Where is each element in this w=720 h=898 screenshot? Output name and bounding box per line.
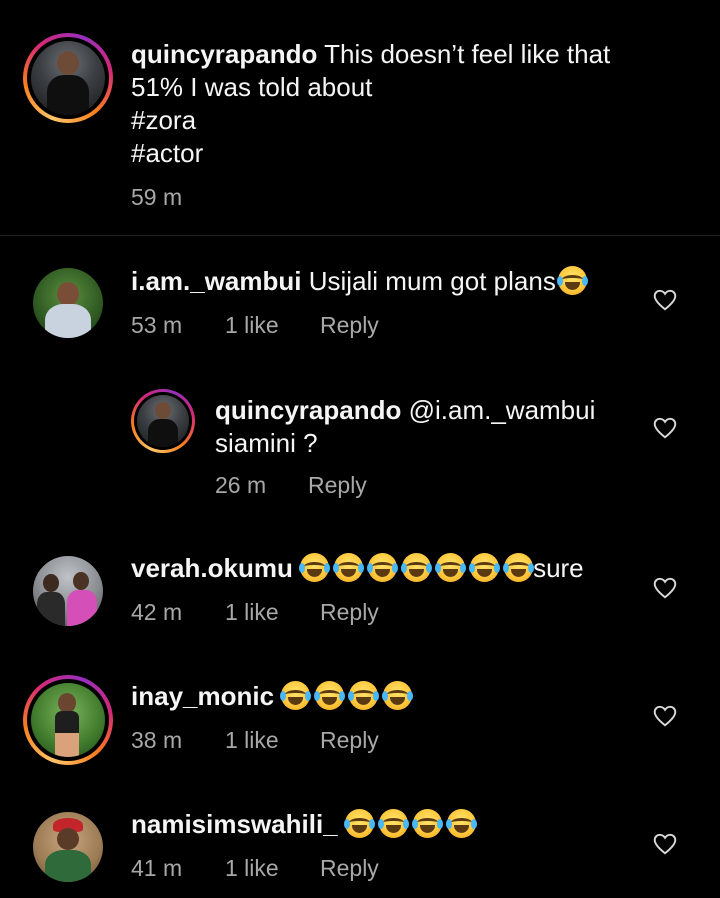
- emoji-group: [280, 681, 417, 711]
- avatar[interactable]: [137, 395, 189, 447]
- avatar[interactable]: [33, 556, 103, 626]
- mention-link[interactable]: @i.am._wambui: [409, 395, 596, 425]
- heart-outline-icon[interactable]: [652, 831, 678, 857]
- reply-button[interactable]: Reply: [320, 727, 379, 754]
- emoji: [435, 553, 467, 582]
- emoji: [333, 553, 365, 582]
- emoji: [401, 553, 433, 582]
- timestamp: 38 m: [131, 727, 183, 753]
- divider: [0, 235, 720, 236]
- comment-text: This doesn’t feel like that: [324, 39, 611, 69]
- avatar[interactable]: [31, 683, 105, 757]
- hashtag-link[interactable]: #actor: [131, 138, 203, 168]
- heart-outline-icon[interactable]: [652, 703, 678, 729]
- username[interactable]: namisimswahili_: [131, 809, 338, 839]
- timestamp: 26 m: [215, 472, 267, 498]
- emoji: [299, 553, 331, 582]
- emoji-group: [299, 553, 535, 583]
- timestamp: 59 m: [131, 184, 183, 210]
- heart-outline-icon[interactable]: [652, 415, 678, 441]
- comment-text: i.am._wambui Usijali mum got plans: [131, 265, 592, 298]
- comment-text: namisimswahili_: [131, 808, 481, 841]
- emoji: [445, 809, 477, 838]
- emoji: [469, 553, 501, 582]
- emoji: [343, 809, 375, 838]
- hashtag-link[interactable]: #zora: [131, 105, 196, 135]
- comment-text: quincyrapando @i.am._wambui siamini ?: [215, 395, 596, 458]
- reply-button[interactable]: Reply: [320, 855, 379, 882]
- comment-text: verah.okumu sure: [131, 553, 584, 583]
- avatar[interactable]: [31, 41, 105, 115]
- emoji: [503, 553, 535, 582]
- emoji: [382, 681, 414, 710]
- username[interactable]: quincyrapando: [131, 39, 317, 69]
- emoji: [556, 266, 588, 295]
- timestamp: 42 m: [131, 599, 183, 625]
- heart-outline-icon[interactable]: [652, 287, 678, 313]
- username[interactable]: quincyrapando: [215, 395, 401, 425]
- emoji: [367, 553, 399, 582]
- emoji: [411, 809, 443, 838]
- reply-button[interactable]: Reply: [308, 472, 367, 499]
- timestamp: 53 m: [131, 312, 183, 338]
- avatar[interactable]: [33, 268, 103, 338]
- username[interactable]: inay_monic: [131, 681, 274, 711]
- like-count[interactable]: 1 like: [225, 599, 279, 626]
- emoji: [314, 681, 346, 710]
- like-count[interactable]: 1 like: [225, 855, 279, 882]
- timestamp: 41 m: [131, 855, 183, 881]
- emoji-group: [343, 809, 481, 839]
- username[interactable]: verah.okumu: [131, 553, 293, 583]
- reply-button[interactable]: Reply: [320, 312, 379, 339]
- username[interactable]: i.am._wambui: [131, 266, 302, 296]
- heart-outline-icon[interactable]: [652, 575, 678, 601]
- like-count[interactable]: 1 like: [225, 727, 279, 754]
- avatar[interactable]: [33, 812, 103, 882]
- emoji: [377, 809, 409, 838]
- emoji: [280, 681, 312, 710]
- comment-text: 51% I was told about: [131, 72, 373, 102]
- comment-text: inay_monic: [131, 680, 417, 713]
- like-count[interactable]: 1 like: [225, 312, 279, 339]
- caption-text: quincyrapando This doesn’t feel like tha…: [131, 38, 691, 170]
- emoji: [348, 681, 380, 710]
- reply-button[interactable]: Reply: [320, 599, 379, 626]
